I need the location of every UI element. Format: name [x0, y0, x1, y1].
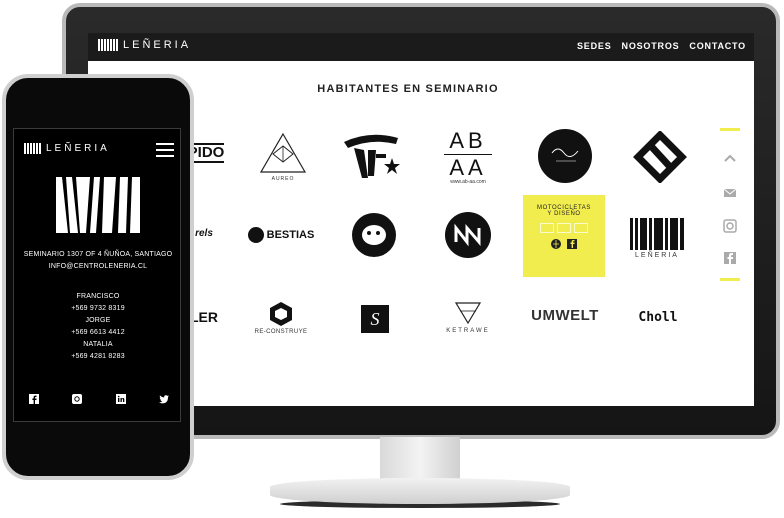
- contact-name: NATALIA: [83, 341, 113, 348]
- logo-s-square[interactable]: S: [354, 297, 396, 341]
- nav-link-sedes[interactable]: SEDES: [577, 41, 612, 51]
- contact-name: JORGE: [85, 317, 111, 324]
- script-circle-icon: [538, 129, 592, 183]
- twitter-icon[interactable]: [158, 394, 169, 404]
- facebook-icon[interactable]: [29, 394, 39, 404]
- logo-black-circle-script[interactable]: [536, 127, 594, 185]
- logo-motocicletas-highlight[interactable]: MOTOCICLETAS Y DISEÑO: [523, 195, 605, 277]
- rail-line-top: [720, 128, 740, 131]
- af-brush-logo-icon: [344, 134, 400, 178]
- logo-abaa[interactable]: AB AA www.ab-aa.com: [433, 125, 503, 189]
- leneria-large-mark-icon: [56, 177, 140, 233]
- logo-text: LEÑERIA: [123, 39, 192, 51]
- reconstruye-hex-icon: [270, 302, 292, 326]
- ketrawe-triangle-icon: [455, 302, 481, 324]
- nav-link-contacto[interactable]: CONTACTO: [689, 41, 746, 51]
- linkedin-icon[interactable]: [115, 394, 126, 404]
- instagram-icon[interactable]: [723, 219, 737, 233]
- mobile-email[interactable]: INFO@CENTROLENERIA.CL: [14, 261, 182, 273]
- rail-line-bottom: [720, 278, 740, 281]
- facebook-icon[interactable]: [723, 251, 737, 265]
- site-logo[interactable]: LEÑERIA: [98, 39, 191, 51]
- mobile-website: LEÑERIA SEMINARIO 1307 OF 4 ÑUÑOA, SANTI…: [13, 128, 181, 422]
- mobile-site-logo[interactable]: LEÑERIA: [24, 143, 110, 154]
- logo-bestias[interactable]: BESTIAS: [246, 223, 316, 247]
- monitor-stand-base: [270, 478, 570, 504]
- hamburger-menu-icon[interactable]: [156, 143, 174, 157]
- logo-umwelt[interactable]: UMWELT: [522, 303, 608, 327]
- logo-geometric-r[interactable]: [628, 127, 692, 187]
- bestias-circle-icon: [247, 227, 264, 243]
- site-navbar: LEÑERIA SEDES NOSOTROS CONTACTO: [88, 33, 754, 61]
- chevron-up-icon[interactable]: [723, 151, 737, 165]
- instagram-icon[interactable]: [72, 394, 83, 404]
- logo-choll[interactable]: Choll: [628, 305, 688, 329]
- s-square-icon: S: [361, 305, 389, 333]
- facebook-icon[interactable]: [567, 239, 577, 249]
- logo-leneria[interactable]: LEÑERIA: [626, 213, 688, 263]
- logo-barcode-icon: [24, 143, 41, 154]
- leneria-barcode-icon: [630, 217, 684, 250]
- logo-barcode-icon: [98, 39, 118, 51]
- mobile-address: SEMINARIO 1307 OF 4 ÑUÑOA, SANTIAGO: [23, 251, 173, 258]
- geometric-r-icon: [633, 131, 687, 183]
- mobile-logo-text: LEÑERIA: [46, 143, 110, 154]
- logo-reconstruye[interactable]: RE-CONSTRUYE: [248, 295, 314, 341]
- logo-nn[interactable]: [444, 211, 492, 259]
- contact-phone[interactable]: +569 4281 8283: [14, 351, 182, 363]
- globe-icon[interactable]: [551, 239, 561, 249]
- mobile-social-links: [29, 394, 169, 404]
- nn-circle-icon: [445, 212, 491, 258]
- logo-ketrawe[interactable]: KETRAWE: [438, 295, 498, 341]
- contact-name: FRANCISCO: [76, 293, 120, 300]
- nav-links: SEDES NOSOTROS CONTACTO: [577, 41, 746, 51]
- contact-phone[interactable]: +569 9732 8319: [14, 303, 182, 315]
- aureo-triangle-icon: [259, 132, 307, 173]
- logo-monkey[interactable]: [350, 211, 398, 259]
- monitor-stand-neck: [380, 437, 460, 483]
- logo-aureo[interactable]: AUREO: [248, 129, 318, 185]
- mail-icon[interactable]: [723, 186, 737, 200]
- monkey-circle-icon: [352, 213, 396, 257]
- nav-link-nosotros[interactable]: NOSOTROS: [622, 41, 680, 51]
- contact-phone[interactable]: +569 6613 4412: [14, 327, 182, 339]
- logo-af-star[interactable]: [338, 125, 404, 185]
